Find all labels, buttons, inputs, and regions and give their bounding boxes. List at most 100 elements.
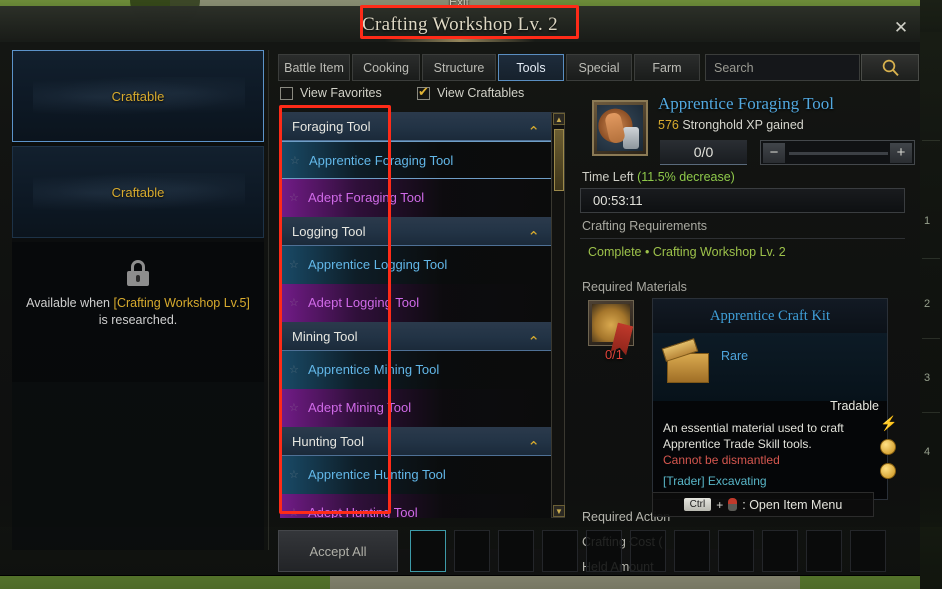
list-item-label: Adept Hunting Tool: [308, 505, 418, 518]
plus-sign: +: [716, 497, 724, 512]
list-item[interactable]: ☆ Apprentice Hunting Tool: [280, 456, 552, 494]
queue-slot[interactable]: [806, 530, 842, 572]
hud-slot-number: 1: [924, 215, 931, 227]
favorite-star-icon[interactable]: ☆: [289, 402, 301, 414]
item-tooltip: Apprentice Craft Kit Rare Tradable An es…: [652, 298, 888, 500]
queue-slot[interactable]: [674, 530, 710, 572]
list-item[interactable]: ☆ Adept Foraging Tool: [280, 179, 552, 217]
ctrl-key-label: Ctrl: [683, 498, 712, 511]
search-button[interactable]: [861, 54, 919, 81]
page-title: Crafting Workshop Lv. 2: [362, 14, 558, 35]
recipe-group-logging[interactable]: Logging Tool ⌃: [280, 217, 552, 246]
queue-slot[interactable]: [586, 530, 622, 572]
recipe-group-foraging[interactable]: Foraging Tool ⌃: [280, 112, 552, 141]
hud-slot-number: 3: [924, 372, 931, 384]
scroll-up-icon[interactable]: ▲: [553, 113, 565, 125]
favorite-star-icon[interactable]: ☆: [289, 259, 301, 271]
view-favorites-label: View Favorites: [300, 86, 382, 100]
list-item-label: Adept Mining Tool: [308, 400, 412, 415]
queue-slot[interactable]: [850, 530, 886, 572]
craftable-slot-1[interactable]: Craftable: [12, 50, 264, 142]
tab-cooking[interactable]: Cooking: [352, 54, 420, 81]
queue-slot[interactable]: [630, 530, 666, 572]
time-left-label: Time Left (11.5% decrease): [582, 170, 735, 184]
list-item[interactable]: ☆ Adept Logging Tool: [280, 284, 552, 322]
gold-coin-icon: [880, 463, 896, 479]
search-box[interactable]: [705, 54, 860, 81]
list-item-label: Apprentice Hunting Tool: [308, 467, 446, 482]
recipe-list-scrollbar[interactable]: ▲ ▼: [551, 112, 565, 518]
list-item[interactable]: ☆ Apprentice Logging Tool: [280, 246, 552, 284]
favorite-star-icon[interactable]: ☆: [289, 364, 301, 376]
queue-slot[interactable]: [454, 530, 490, 572]
right-mouse-icon: [728, 498, 738, 511]
bottom-action-bar: Accept All: [278, 527, 910, 575]
list-item[interactable]: ☆ Adept Hunting Tool: [280, 494, 552, 518]
locked-text-after: is researched.: [98, 313, 178, 327]
craftable-slots-panel: Craftable Craftable Available when [Craf…: [12, 50, 264, 550]
right-hud-strip: 1 2 3 4: [920, 0, 942, 589]
quantity-plus-button[interactable]: +: [890, 143, 912, 163]
detail-item-title: Apprentice Foraging Tool: [658, 94, 835, 113]
quantity-stepper[interactable]: − +: [760, 140, 915, 165]
recipe-group-logging-label: Logging Tool: [292, 224, 366, 239]
required-materials-label: Required Materials: [582, 280, 687, 294]
scrollbar-thumb[interactable]: [554, 129, 564, 191]
recipe-group-hunting-label: Hunting Tool: [292, 434, 365, 449]
tab-special[interactable]: Special: [566, 54, 632, 81]
tooltip-rarity: Rare: [721, 349, 749, 363]
favorite-star-icon[interactable]: ☆: [289, 297, 301, 309]
list-item-label: Apprentice Mining Tool: [308, 362, 440, 377]
queue-slot[interactable]: [410, 530, 446, 572]
list-item[interactable]: ☆ Apprentice Foraging Tool: [280, 141, 552, 179]
tab-battle-item[interactable]: Battle Item: [278, 54, 350, 81]
tooltip-source: [Trader] Excavating: [663, 474, 767, 488]
quantity-minus-button[interactable]: −: [763, 143, 785, 163]
tab-farm[interactable]: Farm: [634, 54, 700, 81]
list-item-label: Apprentice Logging Tool: [308, 257, 448, 272]
filter-view-favorites[interactable]: View Favorites: [280, 86, 382, 100]
craft-timer: 00:53:11: [580, 188, 905, 213]
stronghold-xp-line: 576 Stronghold XP gained: [658, 118, 804, 132]
locked-slot-message: Available when [Crafting Workshop Lv.5] …: [20, 295, 256, 329]
view-favorites-checkbox[interactable]: [280, 86, 293, 100]
accept-all-button[interactable]: Accept All: [278, 530, 398, 572]
tooltip-body: Rare: [653, 333, 887, 401]
queue-slot[interactable]: [498, 530, 534, 572]
filter-view-craftables[interactable]: View Craftables: [417, 85, 525, 100]
scroll-down-icon[interactable]: ▼: [553, 505, 565, 517]
list-item-label: Adept Logging Tool: [308, 295, 420, 310]
foraging-tool-icon: [592, 100, 648, 156]
list-item[interactable]: ☆ Apprentice Mining Tool: [280, 351, 552, 389]
favorite-star-icon[interactable]: ☆: [289, 192, 301, 204]
favorite-star-icon[interactable]: ☆: [289, 507, 301, 518]
lightning-icon: ⚡: [880, 415, 898, 431]
recipe-group-hunting[interactable]: Hunting Tool ⌃: [280, 427, 552, 456]
favorite-star-icon[interactable]: ☆: [289, 469, 301, 481]
queue-slot[interactable]: [718, 530, 754, 572]
queue-slot[interactable]: [762, 530, 798, 572]
tab-structure[interactable]: Structure: [422, 54, 496, 81]
close-icon[interactable]: ✕: [890, 18, 912, 40]
queue-slot[interactable]: [542, 530, 578, 572]
locked-text-before: Available when: [26, 296, 114, 310]
recipe-group-mining[interactable]: Mining Tool ⌃: [280, 322, 552, 351]
recipe-group-mining-label: Mining Tool: [292, 329, 358, 344]
quantity-slider-track[interactable]: [789, 152, 888, 155]
lock-icon: [126, 260, 150, 286]
craftable-slot-2[interactable]: Craftable: [12, 146, 264, 238]
hud-slot-number: 4: [924, 446, 931, 458]
tab-tools[interactable]: Tools: [498, 54, 564, 81]
view-craftables-label: View Craftables: [437, 86, 525, 100]
quantity-display[interactable]: 0/0: [660, 140, 747, 165]
view-craftables-checkbox[interactable]: [417, 85, 430, 100]
recipe-list[interactable]: Foraging Tool ⌃ ☆ Apprentice Foraging To…: [280, 112, 552, 518]
list-item[interactable]: ☆ Adept Mining Tool: [280, 389, 552, 427]
stronghold-xp-text: Stronghold XP gained: [678, 118, 804, 132]
tooltip-title: Apprentice Craft Kit: [653, 299, 887, 333]
search-icon: [882, 59, 899, 77]
tooltip-tradable: Tradable: [830, 399, 879, 413]
favorite-star-icon[interactable]: ☆: [290, 155, 302, 167]
time-left-text: Time Left: [582, 170, 638, 184]
search-input[interactable]: [706, 55, 859, 80]
